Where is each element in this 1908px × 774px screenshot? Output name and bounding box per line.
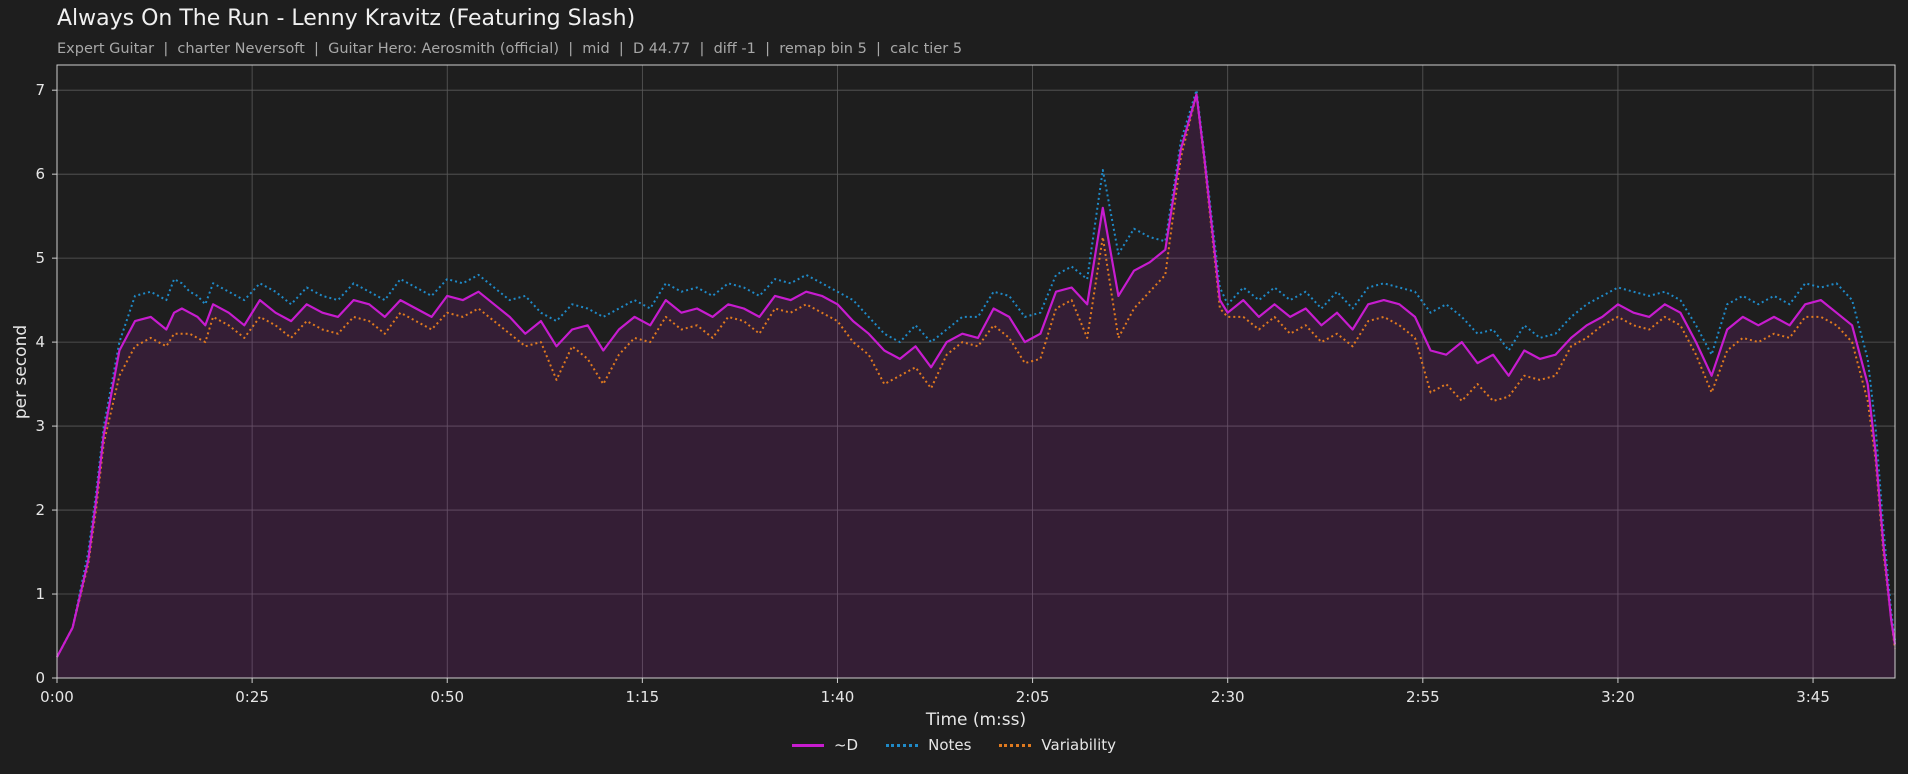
x-tick-label: 1:40 <box>821 688 855 706</box>
line-chart: 0:00 0:25 0:50 1:15 1:40 2:05 2:30 2:55 3:20 3:45… <box>11 64 1897 730</box>
legend-item-variability: Variability <box>999 736 1116 754</box>
d-area <box>57 94 1895 678</box>
x-tick-label: 2:55 <box>1406 688 1440 706</box>
y-axis-ticks: 0 1 2 3 4 5 6 7 <box>35 81 57 687</box>
y-tick-label: 7 <box>35 81 45 99</box>
y-tick-label: 0 <box>35 669 45 687</box>
d-area-fill <box>57 94 1895 678</box>
x-axis-ticks: 0:00 0:25 0:50 1:15 1:40 2:05 2:30 2:55 3:20 3:45 <box>40 678 1830 706</box>
y-tick-label: 1 <box>35 585 45 603</box>
legend-swatch-variability <box>999 743 1032 747</box>
x-tick-label: 0:50 <box>430 688 464 706</box>
x-tick-label: 3:20 <box>1601 688 1635 706</box>
legend-label-notes: Notes <box>928 736 972 754</box>
legend-swatch-d <box>791 743 824 747</box>
legend-item-notes: Notes <box>886 736 971 754</box>
legend-label-d: ~D <box>833 736 859 754</box>
y-tick-label: 3 <box>35 417 45 435</box>
x-axis-label: Time (m:ss) <box>925 710 1026 730</box>
x-tick-label: 1:15 <box>626 688 660 706</box>
legend-item-d: ~D <box>791 736 859 754</box>
x-tick-label: 2:05 <box>1016 688 1050 706</box>
y-tick-label: 6 <box>35 165 45 183</box>
x-tick-label: 3:45 <box>1796 688 1830 706</box>
y-tick-label: 5 <box>35 249 45 267</box>
legend: ~D Notes Variability <box>0 736 1908 754</box>
x-tick-label: 0:00 <box>40 688 74 706</box>
y-axis-label: per second <box>11 325 31 419</box>
x-tick-label: 0:25 <box>235 688 269 706</box>
legend-label-variability: Variability <box>1041 736 1117 754</box>
y-tick-label: 2 <box>35 501 45 519</box>
legend-swatch-notes <box>886 743 919 747</box>
y-tick-label: 4 <box>35 333 45 351</box>
x-tick-label: 2:30 <box>1211 688 1245 706</box>
